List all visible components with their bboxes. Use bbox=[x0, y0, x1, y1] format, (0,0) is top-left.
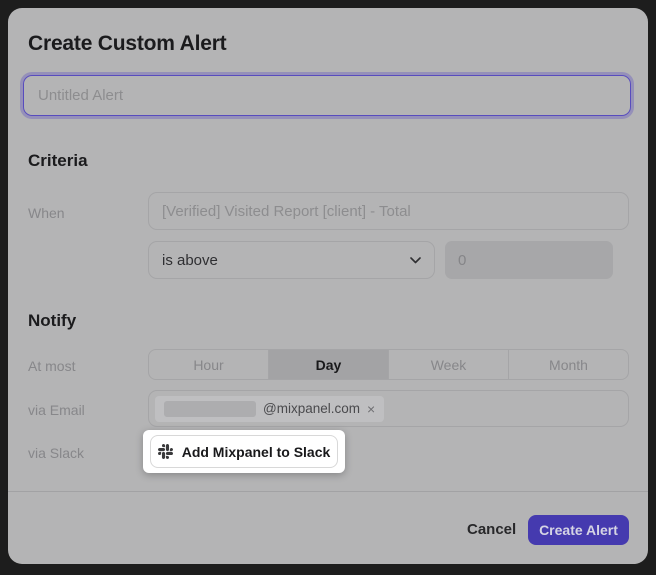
chevron-down-icon bbox=[410, 251, 421, 269]
frequency-option-hour[interactable]: Hour bbox=[149, 350, 268, 379]
when-label: When bbox=[28, 205, 65, 221]
slack-spotlight-highlight: Add Mixpanel to Slack bbox=[143, 430, 345, 473]
email-redacted-name bbox=[164, 401, 256, 417]
cancel-button[interactable]: Cancel bbox=[467, 521, 516, 538]
email-recipient-chip: @mixpanel.com × bbox=[155, 396, 384, 422]
slack-button-label: Add Mixpanel to Slack bbox=[182, 444, 331, 460]
frequency-segmented-control: Hour Day Week Month bbox=[148, 349, 629, 380]
when-event-input[interactable] bbox=[148, 192, 629, 230]
frequency-option-month[interactable]: Month bbox=[508, 350, 628, 379]
create-alert-button[interactable]: Create Alert bbox=[528, 515, 629, 545]
frequency-option-week[interactable]: Week bbox=[388, 350, 508, 379]
slack-icon bbox=[158, 444, 173, 459]
criteria-heading: Criteria bbox=[28, 151, 88, 171]
remove-email-icon[interactable]: × bbox=[367, 402, 375, 416]
alert-name-input[interactable] bbox=[23, 75, 631, 116]
email-recipients-field[interactable]: @mixpanel.com × bbox=[148, 390, 629, 427]
dimmed-overlay-backdrop: Create Custom Alert Criteria When is abo… bbox=[0, 0, 656, 575]
dialog-title: Create Custom Alert bbox=[28, 32, 226, 56]
via-slack-label: via Slack bbox=[28, 445, 84, 461]
threshold-input[interactable] bbox=[445, 241, 613, 279]
footer-divider bbox=[8, 491, 648, 492]
frequency-option-day[interactable]: Day bbox=[268, 350, 388, 379]
add-mixpanel-to-slack-button[interactable]: Add Mixpanel to Slack bbox=[150, 435, 338, 468]
condition-select[interactable]: is above bbox=[148, 241, 435, 279]
condition-select-value: is above bbox=[162, 252, 218, 269]
notify-heading: Notify bbox=[28, 311, 76, 331]
at-most-label: At most bbox=[28, 358, 75, 374]
via-email-label: via Email bbox=[28, 402, 85, 418]
email-domain-text: @mixpanel.com bbox=[263, 401, 360, 416]
create-custom-alert-dialog: Create Custom Alert Criteria When is abo… bbox=[8, 8, 648, 564]
